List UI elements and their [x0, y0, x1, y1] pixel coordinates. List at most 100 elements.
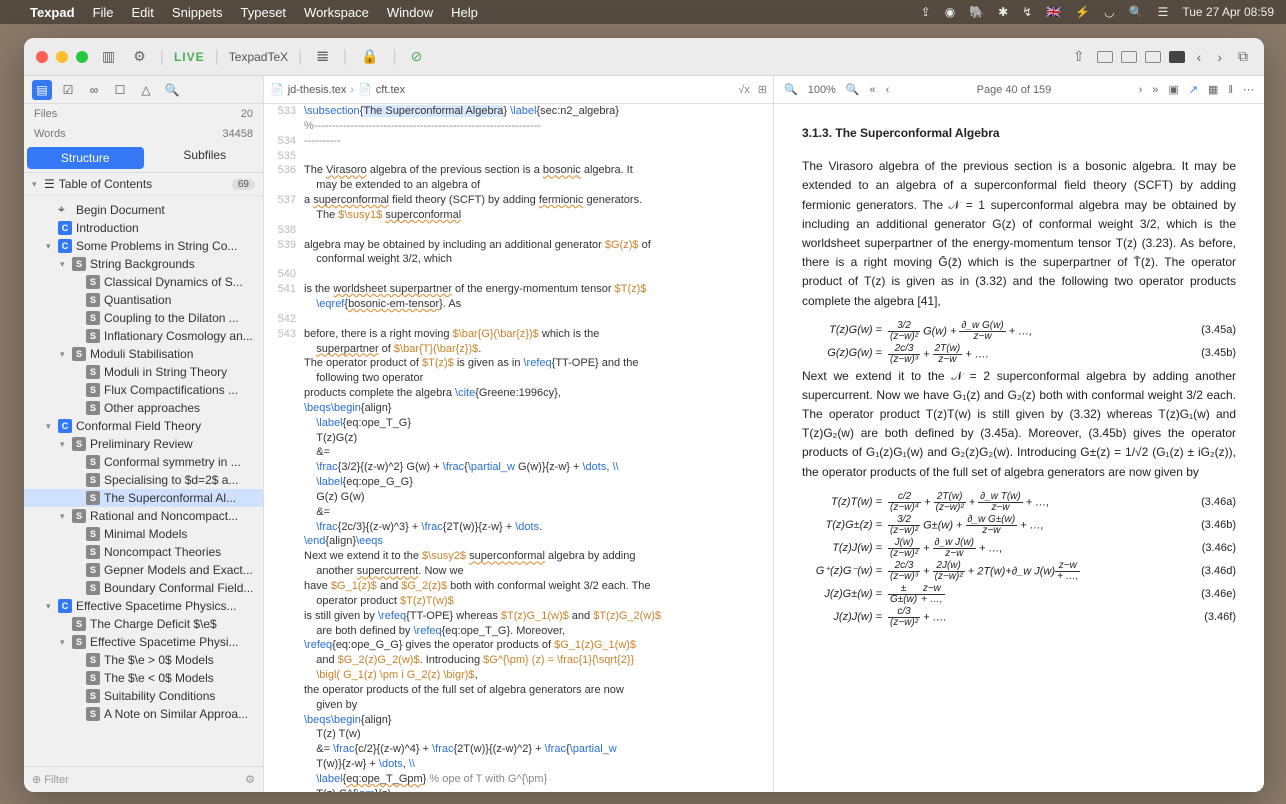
tree-item[interactable]: ▾CSome Problems in String Co... — [24, 237, 263, 255]
status-icon[interactable]: ◉ — [945, 5, 955, 19]
tree-item[interactable]: SThe $\e > 0$ Models — [24, 651, 263, 669]
check-icon[interactable]: ⊘ — [407, 48, 427, 65]
dropbox-icon[interactable]: ⇪ — [921, 5, 931, 19]
menu-file[interactable]: File — [93, 5, 114, 20]
tree-item[interactable]: SMinimal Models — [24, 525, 263, 543]
search-tool-icon[interactable]: 🔍 — [162, 80, 182, 100]
sqrt-icon[interactable]: √x — [738, 84, 750, 96]
menu-snippets[interactable]: Snippets — [172, 5, 223, 20]
tree-item[interactable]: SBoundary Conformal Field... — [24, 579, 263, 597]
tree-item[interactable]: ▾CConformal Field Theory — [24, 417, 263, 435]
menu-workspace[interactable]: Workspace — [304, 5, 369, 20]
engine-name[interactable]: TexpadTeX — [229, 50, 288, 64]
tree-item[interactable]: ▾SString Backgrounds — [24, 255, 263, 273]
outline-tool-icon[interactable]: ▤ — [32, 80, 52, 100]
wifi-icon[interactable]: ◡ — [1104, 5, 1114, 19]
close-button[interactable] — [36, 51, 48, 63]
tree-item[interactable]: ⌖Begin Document — [24, 200, 263, 219]
crumb-root[interactable]: jd-thesis.tex — [288, 84, 347, 96]
tab-structure[interactable]: Structure — [27, 147, 144, 169]
tree-item[interactable]: SNoncompact Theories — [24, 543, 263, 561]
menu-texpad[interactable]: Texpad — [30, 5, 75, 20]
crumb-file[interactable]: cft.tex — [376, 84, 405, 96]
menu-edit[interactable]: Edit — [132, 5, 154, 20]
battery-icon[interactable]: ⚡ — [1075, 5, 1090, 19]
tree-item-label: Suitability Conditions — [104, 689, 215, 703]
nav-back-icon[interactable]: ‹ — [1193, 49, 1206, 65]
gear-icon[interactable]: ⚙ — [129, 48, 150, 65]
tree-item[interactable]: SThe Charge Deficit $\e$ — [24, 615, 263, 633]
external-icon[interactable]: ⧉ — [1234, 48, 1252, 65]
grid-icon[interactable]: ⊞ — [758, 83, 767, 96]
bluetooth-icon[interactable]: ✱ — [998, 5, 1008, 19]
tree-item[interactable]: ▾CEffective Spacetime Physics... — [24, 597, 263, 615]
tree-item[interactable]: SModuli in String Theory — [24, 363, 263, 381]
evernote-icon[interactable]: 🐘 — [969, 5, 984, 19]
tree-item[interactable]: SGepner Models and Exact... — [24, 561, 263, 579]
prev-page-icon[interactable]: « — [870, 84, 876, 96]
preview-body[interactable]: 3.1.3. The Superconformal Algebra The Vi… — [774, 104, 1264, 792]
tree-item[interactable]: SA Note on Similar Approa... — [24, 705, 263, 723]
titlebar: ▥ ⚙ | LIVE | TexpadTeX | 𝌆 | 🔒 | ⊘ ⇧ ‹ ›… — [24, 38, 1264, 76]
nav-fwd-icon[interactable]: › — [1213, 49, 1226, 65]
pages-icon[interactable]: ▦ — [1208, 83, 1218, 96]
zoom-button[interactable] — [76, 51, 88, 63]
check-tool-icon[interactable]: ☑ — [58, 80, 78, 100]
tree-item[interactable]: ▾SPreliminary Review — [24, 435, 263, 453]
toc-header[interactable]: ▾ ☰ Table of Contents 69 — [24, 173, 263, 196]
warn-tool-icon[interactable]: △ — [136, 80, 156, 100]
editor-body[interactable]: 533\subsection{The Superconformal Algebr… — [264, 104, 773, 792]
link-tool-icon[interactable]: ∞ — [84, 80, 104, 100]
bookmark-icon[interactable]: ▣ — [1168, 83, 1178, 96]
window-controls — [36, 51, 88, 63]
spotlight-icon[interactable]: 🔍 — [1129, 5, 1144, 19]
minimize-button[interactable] — [56, 51, 68, 63]
filter-gear-icon[interactable]: ⚙ — [245, 773, 255, 786]
tree-item[interactable]: SQuantisation — [24, 291, 263, 309]
tree-item-label: Introduction — [76, 221, 139, 235]
tab-subfiles[interactable]: Subfiles — [147, 144, 264, 172]
tree-item[interactable]: ▾SModuli Stabilisation — [24, 345, 263, 363]
equation: J(z)G±(w) =± G±(w)z−w + …,(3.46e) — [802, 584, 1236, 605]
sync-icon[interactable]: ↗ — [1189, 83, 1198, 96]
words-count: 34458 — [222, 128, 253, 140]
flag-icon[interactable]: 🇬🇧 — [1046, 5, 1061, 19]
filter-bar[interactable]: ⊕ Filter ⚙ — [24, 766, 263, 792]
sliders-icon[interactable]: 𝌆 — [312, 48, 333, 65]
file-icon: 📄 — [270, 83, 284, 96]
tree-item[interactable]: SInflationary Cosmology an... — [24, 327, 263, 345]
prev-icon[interactable]: ‹ — [886, 84, 890, 96]
menu-typeset[interactable]: Typeset — [241, 5, 287, 20]
pause-icon[interactable]: ‖ — [1228, 84, 1233, 96]
tree-item[interactable]: SThe $\e < 0$ Models — [24, 669, 263, 687]
sync-icon[interactable]: ↯ — [1022, 5, 1032, 19]
layout-1-icon[interactable] — [1097, 51, 1113, 63]
next-icon[interactable]: › — [1139, 84, 1143, 96]
lock-icon[interactable]: 🔒 — [357, 48, 382, 65]
sidebar-toggle-icon[interactable]: ▥ — [98, 48, 119, 65]
tree-item[interactable]: ▾SRational and Noncompact... — [24, 507, 263, 525]
tree-item[interactable]: CIntroduction — [24, 219, 263, 237]
bookmark-tool-icon[interactable]: ☐ — [110, 80, 130, 100]
tree-item[interactable]: SThe Superconformal Al... — [24, 489, 263, 507]
tree-item[interactable]: ▾SEffective Spacetime Physi... — [24, 633, 263, 651]
tree-item[interactable]: SCoupling to the Dilaton ... — [24, 309, 263, 327]
menu-window[interactable]: Window — [387, 5, 433, 20]
tree-item[interactable]: SSpecialising to $d=2$ a... — [24, 471, 263, 489]
share-icon[interactable]: ⇧ — [1069, 48, 1089, 65]
zoom-out-icon[interactable]: 🔍 — [784, 83, 798, 96]
layout-2-icon[interactable] — [1121, 51, 1137, 63]
clock[interactable]: Tue 27 Apr 08:59 — [1182, 5, 1274, 19]
zoom-in-icon[interactable]: 🔍 — [846, 83, 860, 96]
tree-item[interactable]: SOther approaches — [24, 399, 263, 417]
tree-item[interactable]: SClassical Dynamics of S... — [24, 273, 263, 291]
layout-3-icon[interactable] — [1145, 51, 1161, 63]
layout-4-icon[interactable] — [1169, 51, 1185, 63]
tree-item[interactable]: SSuitability Conditions — [24, 687, 263, 705]
menu-help[interactable]: Help — [451, 5, 478, 20]
tree-item[interactable]: SFlux Compactifications ... — [24, 381, 263, 399]
tree-item[interactable]: SConformal symmetry in ... — [24, 453, 263, 471]
more-icon[interactable]: ⋯ — [1243, 83, 1254, 96]
next-page-icon[interactable]: » — [1152, 84, 1158, 96]
control-center-icon[interactable]: ☰ — [1158, 5, 1169, 19]
